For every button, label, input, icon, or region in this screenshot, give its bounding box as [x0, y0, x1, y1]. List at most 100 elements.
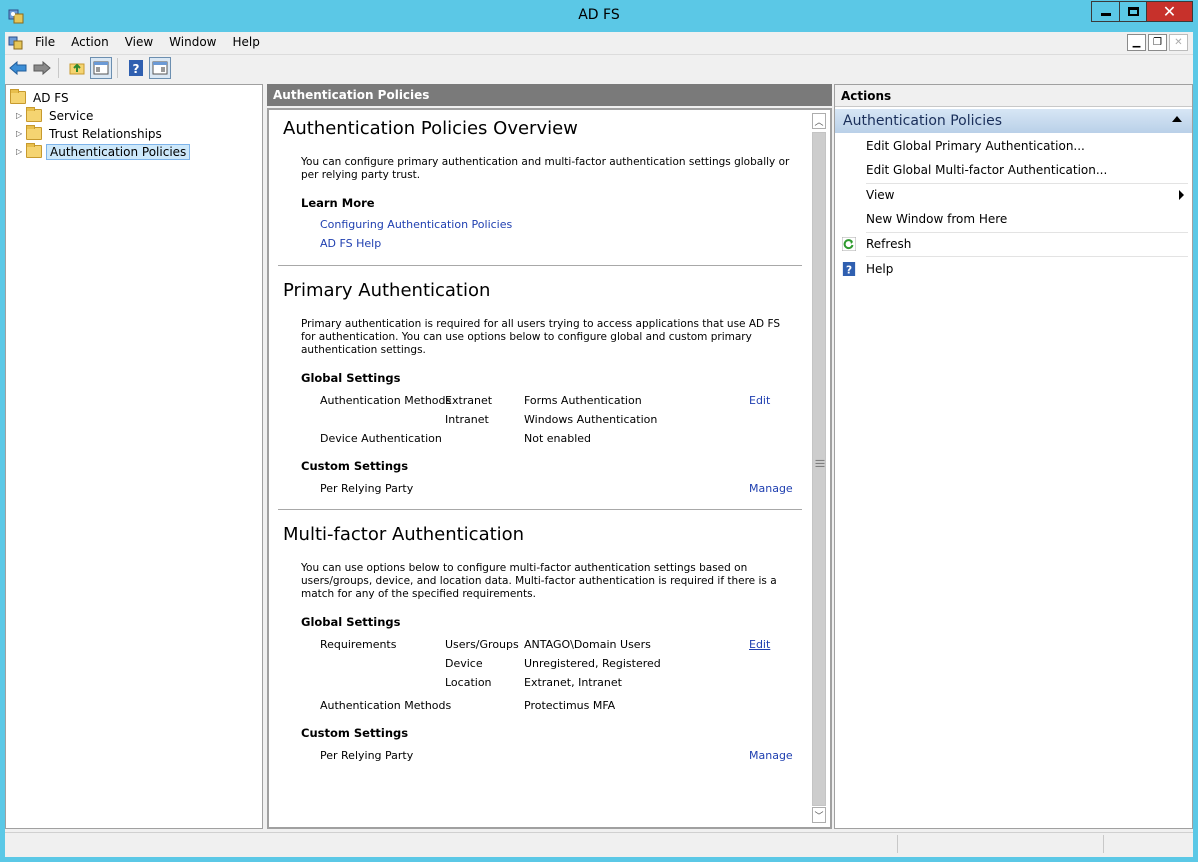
folder-icon: [26, 143, 42, 158]
intranet-label: Intranet: [445, 413, 489, 426]
back-button[interactable]: [7, 57, 29, 79]
forward-arrow-icon: [33, 60, 51, 75]
action-help[interactable]: ? Help: [835, 257, 1192, 281]
actions-pane: Actions Authentication Policies Edit Glo…: [834, 84, 1193, 829]
device-auth-value: Not enabled: [524, 432, 592, 445]
up-one-level-button[interactable]: [66, 57, 88, 79]
folder-icon: [10, 89, 26, 104]
folder-up-icon: [69, 63, 85, 74]
folder-icon: [26, 107, 42, 122]
action-refresh[interactable]: Refresh: [835, 232, 1192, 256]
configuring-auth-policies-link[interactable]: Configuring Authentication Policies: [320, 218, 512, 231]
extranet-label: Extranet: [445, 394, 493, 407]
mdi-minimize-button[interactable]: ▁: [1127, 34, 1146, 51]
menu-view[interactable]: View: [117, 32, 161, 53]
action-view[interactable]: View: [835, 183, 1192, 207]
action-new-window-from-here[interactable]: New Window from Here: [835, 207, 1192, 231]
restore-icon: ❐: [1153, 37, 1162, 48]
primary-manage-link[interactable]: Manage: [749, 482, 793, 495]
refresh-icon: [842, 237, 856, 251]
svg-text:?: ?: [133, 62, 140, 76]
mfa-title: Multi-factor Authentication: [283, 524, 525, 545]
tree-node-label: Authentication Policies: [46, 143, 191, 160]
actions-header: Actions: [835, 85, 1192, 107]
learn-more-heading: Learn More: [301, 196, 375, 210]
forward-button[interactable]: [31, 57, 53, 79]
device-auth-label: Device Authentication: [320, 432, 442, 445]
adfs-help-link[interactable]: AD FS Help: [320, 237, 381, 250]
submenu-arrow-icon: [1179, 190, 1184, 200]
primary-per-relying-party-label: Per Relying Party: [320, 482, 414, 495]
mdi-controls: ▁ ❐ ✕: [1125, 34, 1188, 51]
actions-section-authentication-policies[interactable]: Authentication Policies: [835, 109, 1192, 133]
tree-node-trust-relationships[interactable]: ▷ Trust Relationships: [16, 125, 165, 142]
window-title: AD FS: [578, 7, 620, 23]
minimize-icon: ▁: [1132, 37, 1141, 48]
help-button[interactable]: ?: [125, 57, 147, 79]
menu-file[interactable]: File: [27, 32, 63, 53]
mdi-close-button[interactable]: ✕: [1169, 34, 1188, 51]
tree-node-adfs[interactable]: AD FS: [10, 89, 72, 106]
console-icon[interactable]: [8, 35, 24, 51]
primary-auth-title: Primary Authentication: [283, 280, 491, 301]
maximize-button[interactable]: [1119, 1, 1146, 22]
mfa-custom-settings-heading: Custom Settings: [301, 726, 409, 740]
expand-arrow-icon[interactable]: ▷: [16, 129, 26, 138]
minimize-button[interactable]: [1091, 1, 1119, 22]
mmc-client: File Action View Window Help ▁ ❐ ✕ ? AD …: [5, 32, 1193, 857]
toolbar-separator: [117, 57, 118, 78]
action-edit-global-primary-auth[interactable]: Edit Global Primary Authentication...: [835, 134, 1192, 158]
mfa-edit-link[interactable]: Edit: [749, 638, 770, 651]
show-hide-action-pane-button[interactable]: [149, 56, 171, 79]
section-divider: [278, 265, 802, 266]
expand-arrow-icon[interactable]: ▷: [16, 147, 26, 156]
results-pane-header: Authentication Policies: [267, 84, 832, 106]
menu-help[interactable]: Help: [225, 32, 268, 53]
collapse-icon[interactable]: [1172, 116, 1182, 122]
menu-window[interactable]: Window: [161, 32, 224, 53]
help-icon: ?: [129, 59, 143, 76]
chevron-up-icon: ︿: [814, 117, 824, 128]
scroll-up-button[interactable]: ︿: [812, 113, 826, 129]
device-label: Device: [445, 657, 483, 670]
action-edit-global-mfa[interactable]: Edit Global Multi-factor Authentication.…: [835, 158, 1192, 182]
status-bar: [5, 832, 1193, 854]
primary-global-settings-heading: Global Settings: [301, 371, 401, 385]
results-pane: Authentication Policies Authentication P…: [267, 84, 832, 829]
primary-edit-link[interactable]: Edit: [749, 394, 770, 407]
maximize-icon: [1127, 7, 1139, 16]
location-value: Extranet, Intranet: [524, 676, 622, 689]
vertical-scrollbar[interactable]: ︿ — — — ﹀: [808, 110, 830, 827]
menu-action[interactable]: Action: [63, 32, 117, 53]
mfa-global-settings-heading: Global Settings: [301, 615, 401, 629]
section-divider: [278, 509, 802, 510]
mfa-auth-methods-value: Protectimus MFA: [524, 699, 616, 712]
action-label: New Window from Here: [866, 212, 1008, 226]
overview-title: Authentication Policies Overview: [283, 118, 578, 139]
location-label: Location: [445, 676, 492, 689]
tree-node-service[interactable]: ▷ Service: [16, 107, 96, 124]
toolbar-separator: [58, 57, 59, 78]
console-tree: AD FS ▷ Service ▷ Trust Relationships ▷ …: [5, 84, 263, 829]
extranet-value: Forms Authentication: [524, 394, 642, 407]
tree-node-label: Trust Relationships: [49, 126, 162, 141]
scroll-grip-icon: — — —: [815, 455, 825, 472]
overview-description: You can configure primary authentication…: [301, 156, 790, 181]
action-label: Edit Global Multi-factor Authentication.…: [866, 163, 1108, 177]
close-icon: ✕: [1162, 1, 1177, 21]
expand-arrow-icon[interactable]: ▷: [16, 111, 26, 120]
tree-node-authentication-policies[interactable]: ▷ Authentication Policies: [16, 143, 191, 160]
console-tree-icon: [93, 61, 109, 74]
mdi-restore-button[interactable]: ❐: [1148, 34, 1167, 51]
toolbar: ?: [5, 54, 1193, 80]
close-icon: ✕: [1174, 37, 1183, 48]
content-frame: Authentication Policies Overview You can…: [267, 108, 832, 829]
show-hide-console-tree-button[interactable]: [90, 56, 112, 79]
scroll-down-button[interactable]: ﹀: [812, 807, 826, 823]
mfa-manage-link[interactable]: Manage: [749, 749, 793, 762]
chevron-down-icon: ﹀: [814, 811, 824, 822]
close-button[interactable]: ✕: [1146, 1, 1193, 22]
status-cell: [897, 835, 1103, 853]
actions-section-label: Authentication Policies: [843, 113, 1003, 129]
title-bar: AD FS ✕: [0, 0, 1198, 32]
